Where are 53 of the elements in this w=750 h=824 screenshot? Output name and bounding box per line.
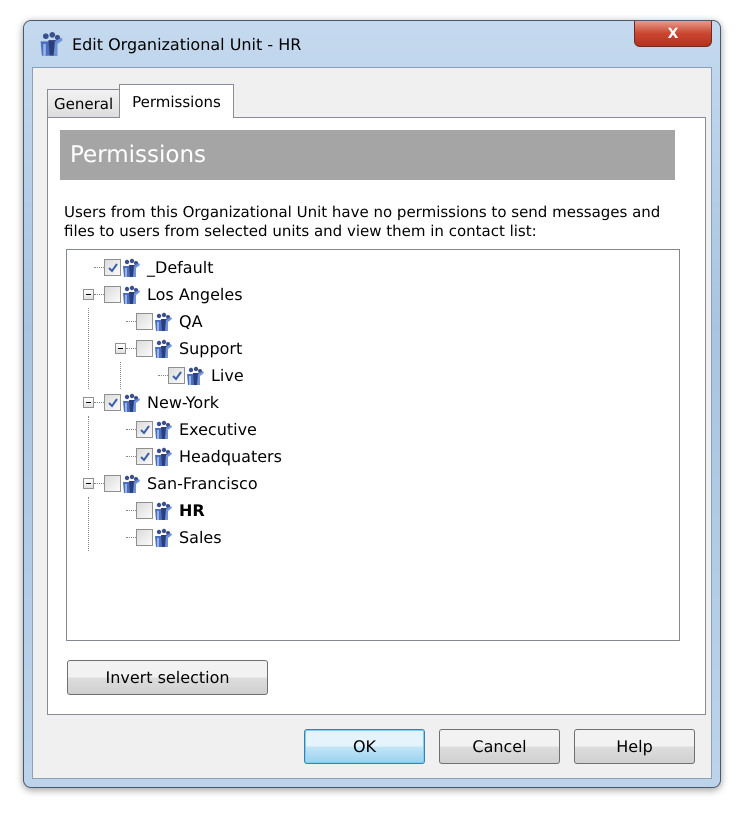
tree-item-label[interactable]: Los Angeles [147,285,243,304]
people-group-icon [153,420,173,440]
tree-item-label[interactable]: New-York [147,393,220,412]
tree-item-label[interactable]: _Default [147,258,214,277]
check-icon [138,450,150,462]
collapse-toggle[interactable] [83,397,94,408]
tree-item-label[interactable]: Headquaters [179,447,282,466]
people-group-icon [121,392,141,412]
tab[interactable]: Permissions [119,84,234,118]
tab[interactable]: General [47,89,120,117]
checkbox[interactable] [104,259,121,276]
description-text: Users from this Organizational Unit have no permissions to send messages and files to users from selected units and view them in contact list: [64,203,662,241]
checkbox[interactable] [136,502,153,519]
check-icon [138,424,150,436]
checkbox[interactable] [168,367,185,384]
check-icon [106,262,118,274]
checkbox[interactable] [136,313,153,330]
checkbox[interactable] [136,529,153,546]
tree-item-label[interactable]: Sales [179,528,222,547]
checkbox[interactable] [104,475,121,492]
checkbox[interactable] [104,286,121,303]
collapse-toggle[interactable] [83,289,94,300]
window-title: Edit Organizational Unit - HR [72,34,302,54]
checkbox[interactable] [136,340,153,357]
tree-item-label[interactable]: Executive [179,420,257,439]
people-group-icon [153,312,173,332]
dialog-button[interactable]: OK [304,729,425,764]
check-icon [170,370,182,382]
people-group-icon [38,31,64,57]
invert-selection-button[interactable]: Invert selection [67,660,268,695]
tree-item-label[interactable]: Support [179,339,242,358]
check-icon [106,396,118,408]
people-group-icon [153,528,173,548]
people-group-icon [121,474,141,494]
tree-item-label[interactable]: QA [179,312,203,331]
collapse-toggle[interactable] [115,343,126,354]
close-button[interactable]: X [634,21,712,47]
people-group-icon [153,446,173,466]
checkbox[interactable] [104,394,121,411]
people-group-icon [153,338,173,358]
dialog-button[interactable]: Help [574,729,695,764]
checkbox[interactable] [136,421,153,438]
section-header: Permissions [60,130,675,180]
people-group-icon [153,500,173,520]
people-group-icon [121,258,141,278]
tree-item-label[interactable]: HR [179,501,205,520]
people-group-icon [121,284,141,304]
collapse-toggle[interactable] [83,478,94,489]
people-group-icon [185,366,205,386]
dialog-button[interactable]: Cancel [439,729,560,764]
tree-item-label[interactable]: Live [211,366,244,385]
tree-item-label[interactable]: San-Francisco [147,474,258,493]
checkbox[interactable] [136,448,153,465]
